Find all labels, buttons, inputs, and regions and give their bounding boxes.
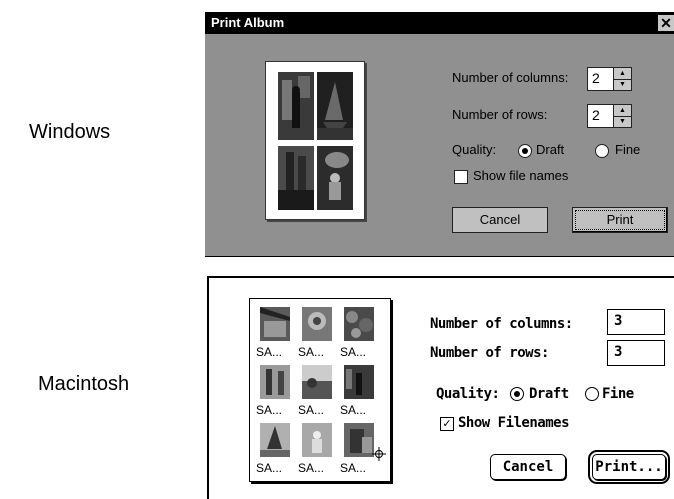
photo-caption: SA... xyxy=(340,345,367,359)
flower-photo-icon xyxy=(302,307,332,341)
fine-radio[interactable] xyxy=(585,387,599,401)
columns-value[interactable]: 2 xyxy=(592,70,600,86)
photo-thumbnail xyxy=(317,146,353,210)
photo-caption: SA... xyxy=(298,345,325,359)
seated-person-photo-icon xyxy=(317,146,353,210)
cancel-button[interactable]: Cancel xyxy=(490,454,566,480)
show-filenames-label[interactable]: Show Filenames xyxy=(458,415,570,431)
photo-thumbnail xyxy=(344,307,374,341)
album-preview xyxy=(265,61,365,220)
landscape-photo-icon xyxy=(302,365,332,399)
photo-thumbnail xyxy=(317,72,353,140)
radio-selected-dot xyxy=(522,148,528,154)
photo-caption: SA... xyxy=(340,403,367,417)
sailboat-photo-icon xyxy=(317,72,353,140)
cancel-button[interactable]: Cancel xyxy=(452,207,548,233)
photo-thumbnail xyxy=(302,365,332,399)
photo-thumbnail xyxy=(344,423,374,457)
stepper-arrows[interactable]: ▲ ▼ xyxy=(613,68,631,90)
draft-option-label[interactable]: Draft xyxy=(536,142,564,157)
print-button[interactable]: Print xyxy=(572,207,668,233)
crosshair-cursor-icon xyxy=(372,447,386,461)
radio-selected-dot xyxy=(514,391,520,397)
photo-caption: SA... xyxy=(298,461,325,475)
photo-cell: SA... xyxy=(256,423,294,476)
photo-thumbnail xyxy=(260,307,290,341)
guard-photo-icon xyxy=(278,72,314,140)
fine-radio[interactable] xyxy=(595,144,609,158)
rows-label: Number of rows: xyxy=(452,107,548,122)
dialog-title: Print Album xyxy=(211,15,285,30)
show-file-names-checkbox[interactable] xyxy=(454,170,468,184)
quality-label: Quality: xyxy=(436,386,500,402)
photo-caption: SA... xyxy=(340,461,367,475)
building-photo-icon xyxy=(344,423,374,457)
columns-field[interactable]: 3 xyxy=(607,309,665,335)
cathedral-photo-icon xyxy=(278,146,314,210)
arrow-down-icon[interactable]: ▼ xyxy=(614,116,631,127)
photo-thumbnail xyxy=(260,365,290,399)
photo-thumbnail xyxy=(344,365,374,399)
guard-photo-icon xyxy=(344,365,374,399)
photo-cell: SA... xyxy=(256,365,294,418)
photo-cell: SA... xyxy=(256,307,294,360)
album-preview: SA... SA... SA... SA... SA... SA... SA..… xyxy=(249,298,391,482)
fine-option-label[interactable]: Fine xyxy=(602,386,634,402)
photo-thumbnail xyxy=(278,72,314,140)
stepper-arrows[interactable]: ▲ ▼ xyxy=(613,105,631,127)
photo-thumbnail xyxy=(302,307,332,341)
photo-caption: SA... xyxy=(256,345,283,359)
photo-thumbnail xyxy=(302,423,332,457)
photo-thumbnail xyxy=(278,146,314,210)
draft-radio[interactable] xyxy=(518,144,532,158)
columns-label: Number of columns: xyxy=(430,316,573,332)
close-icon[interactable]: ✕ xyxy=(658,15,674,31)
rows-value[interactable]: 2 xyxy=(592,107,600,123)
windows-print-album-dialog: Print Album ✕ Number of columns: 2 ▲ ▼ N… xyxy=(205,12,674,257)
rows-value[interactable]: 3 xyxy=(614,344,622,360)
cathedral-photo-icon xyxy=(260,365,290,399)
leaves-photo-icon xyxy=(344,307,374,341)
mac-print-album-dialog: SA... SA... SA... SA... SA... SA... SA..… xyxy=(207,276,674,499)
photo-caption: SA... xyxy=(256,403,283,417)
photo-cell: SA... xyxy=(340,365,378,418)
columns-label: Number of columns: xyxy=(452,70,569,85)
columns-stepper[interactable]: 2 ▲ ▼ xyxy=(587,67,632,91)
draft-radio[interactable] xyxy=(510,387,524,401)
show-file-names-label[interactable]: Show file names xyxy=(473,168,568,183)
photo-cell: SA... xyxy=(298,307,336,360)
photo-cell: SA... xyxy=(340,307,378,360)
arrow-down-icon[interactable]: ▼ xyxy=(614,79,631,90)
rows-stepper[interactable]: 2 ▲ ▼ xyxy=(587,104,632,128)
shelter-photo-icon xyxy=(260,307,290,341)
rows-field[interactable]: 3 xyxy=(607,340,665,366)
photo-thumbnail xyxy=(260,423,290,457)
photo-cell: SA... xyxy=(298,423,336,476)
photo-caption: SA... xyxy=(256,461,283,475)
photo-cell: SA... xyxy=(298,365,336,418)
print-button[interactable]: Print... xyxy=(588,450,670,484)
quality-label: Quality: xyxy=(452,142,497,157)
rows-label: Number of rows: xyxy=(430,345,549,361)
fine-option-label[interactable]: Fine xyxy=(615,142,640,157)
draft-option-label[interactable]: Draft xyxy=(529,386,569,402)
show-filenames-checkbox[interactable]: ✓ xyxy=(440,417,454,431)
title-bar[interactable]: Print Album ✕ xyxy=(205,12,674,34)
sailboat-photo-icon xyxy=(260,423,290,457)
columns-value[interactable]: 3 xyxy=(614,313,622,329)
photo-caption: SA... xyxy=(298,403,325,417)
macintosh-label: Macintosh xyxy=(38,373,130,395)
checkmark-icon: ✓ xyxy=(442,418,452,430)
seated-person-photo-icon xyxy=(302,423,332,457)
windows-label: Windows xyxy=(29,121,111,143)
